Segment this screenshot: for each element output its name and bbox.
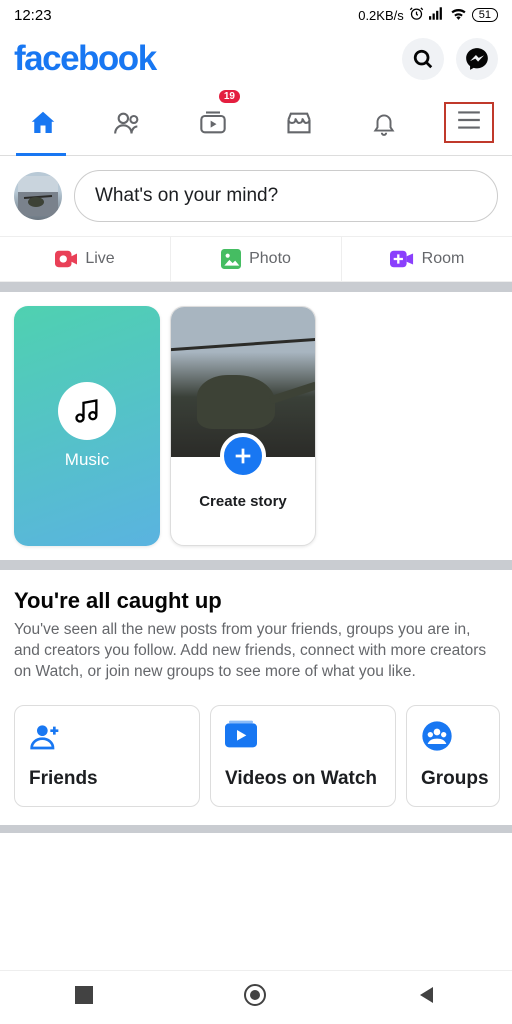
suggestion-cards: Friends Videos on Watch Groups [0, 693, 512, 825]
search-button[interactable] [402, 38, 444, 80]
net-speed: 0.2KB/s [358, 8, 404, 23]
android-home[interactable] [243, 983, 267, 1012]
tab-home[interactable] [0, 94, 85, 155]
live-icon [55, 250, 77, 268]
suggestion-friends[interactable]: Friends [14, 705, 200, 807]
room-icon [390, 250, 414, 268]
tab-notifications[interactable] [341, 94, 426, 155]
music-label: Music [65, 450, 109, 470]
suggestion-videos-label: Videos on Watch [225, 768, 381, 790]
home-icon [28, 108, 58, 138]
live-button[interactable]: Live [0, 237, 171, 281]
groups-icon [421, 720, 453, 752]
caught-up-title: You're all caught up [14, 588, 498, 614]
suggestion-groups-label: Groups [421, 768, 485, 790]
watch-badge: 19 [219, 90, 240, 103]
photo-icon [221, 249, 241, 269]
music-icon-circle [58, 382, 116, 440]
tab-watch[interactable]: 19 [171, 94, 256, 155]
hamburger-icon [456, 110, 482, 130]
suggestion-friends-label: Friends [29, 768, 185, 790]
android-nav-bar [0, 970, 512, 1024]
create-story-plus [220, 433, 266, 479]
app-header: facebook [0, 28, 512, 86]
videos-icon [225, 720, 257, 752]
watch-icon [198, 109, 228, 137]
tab-menu[interactable] [427, 94, 512, 155]
section-divider-2 [0, 560, 512, 570]
header-actions [402, 38, 498, 80]
stories-row: Music Create story [0, 292, 512, 560]
android-back[interactable] [417, 985, 437, 1010]
room-label: Room [422, 250, 465, 268]
messenger-button[interactable] [456, 38, 498, 80]
wifi-icon [450, 7, 467, 23]
section-divider-3 [0, 825, 512, 833]
signal-icon [429, 7, 445, 23]
alarm-icon [409, 6, 424, 24]
photo-label: Photo [249, 250, 291, 268]
photo-button[interactable]: Photo [171, 237, 342, 281]
plus-icon [232, 445, 254, 467]
tab-indicator [16, 153, 66, 156]
tab-friends[interactable] [85, 94, 170, 155]
create-story-card[interactable]: Create story [170, 306, 316, 546]
quick-actions: Live Photo Room [0, 237, 512, 282]
section-divider [0, 282, 512, 292]
android-recents[interactable] [75, 986, 93, 1009]
user-avatar[interactable] [14, 172, 62, 220]
add-friend-icon [29, 720, 61, 752]
facebook-logo: facebook [14, 39, 156, 79]
status-bar: 12:23 0.2KB/s 51 [0, 0, 512, 28]
suggestion-videos[interactable]: Videos on Watch [210, 705, 396, 807]
tab-marketplace[interactable] [256, 94, 341, 155]
status-right: 0.2KB/s 51 [358, 6, 498, 24]
friends-icon [113, 109, 143, 137]
composer-row: What's on your mind? [0, 156, 512, 237]
caught-up-desc: You've seen all the new posts from your … [14, 620, 498, 683]
marketplace-icon [285, 109, 313, 137]
music-story-card[interactable]: Music [14, 306, 160, 546]
menu-highlight [444, 102, 494, 143]
nav-tabs: 19 [0, 86, 512, 156]
search-icon [412, 48, 434, 70]
caught-up-section: You're all caught up You've seen all the… [0, 570, 512, 693]
status-time: 12:23 [14, 7, 52, 24]
suggestion-groups[interactable]: Groups [406, 705, 500, 807]
bell-icon [371, 109, 397, 137]
composer-input[interactable]: What's on your mind? [74, 170, 498, 222]
battery-icon: 51 [472, 8, 498, 22]
avatar-image [18, 176, 58, 216]
messenger-icon [464, 46, 490, 72]
live-label: Live [85, 250, 114, 268]
music-icon [73, 397, 101, 425]
room-button[interactable]: Room [342, 237, 512, 281]
